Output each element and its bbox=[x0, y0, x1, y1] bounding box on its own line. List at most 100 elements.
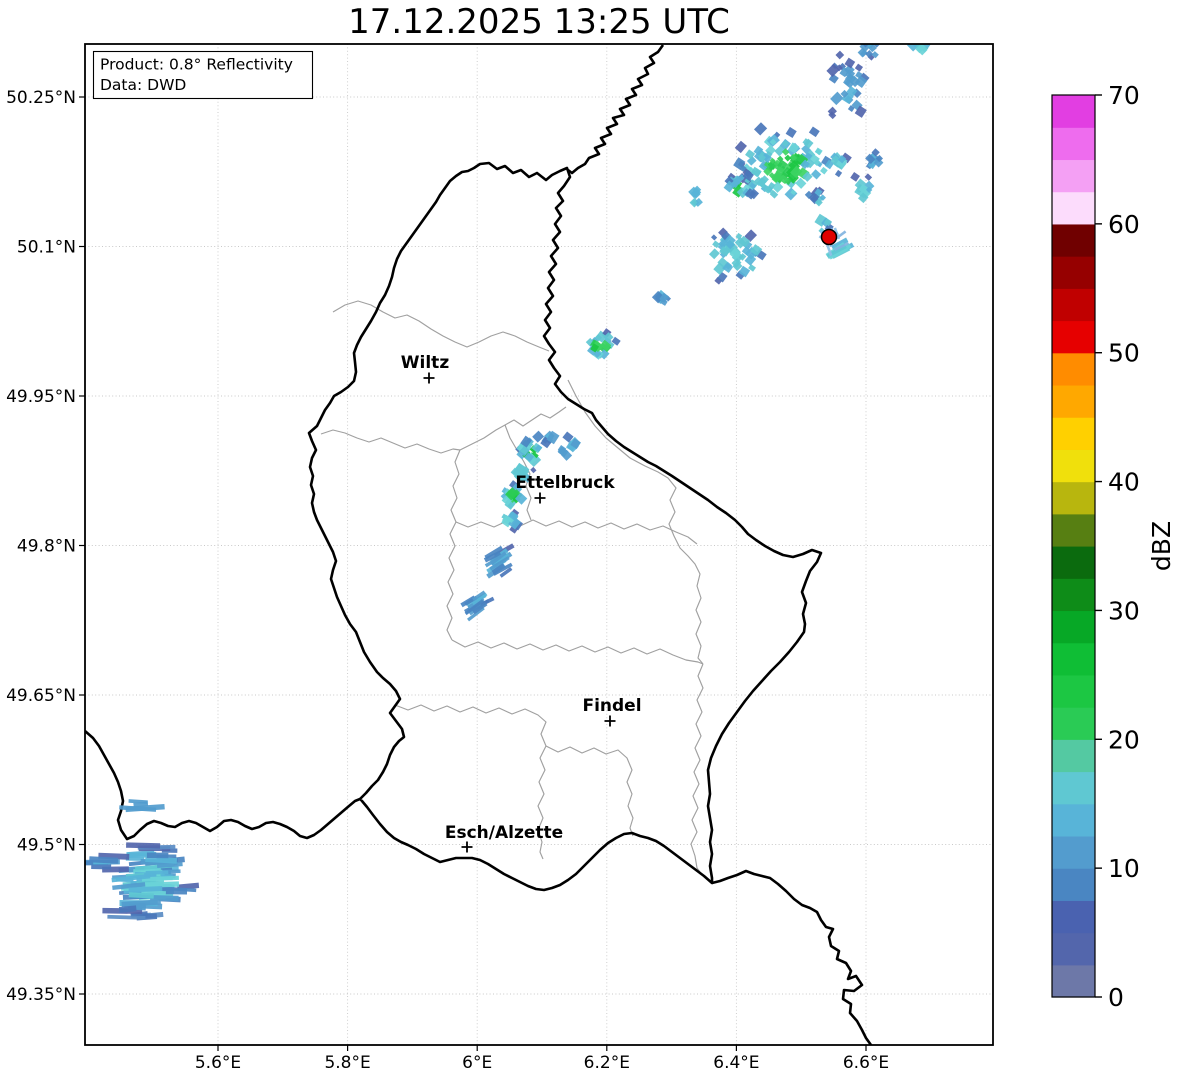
echo-cell bbox=[785, 126, 797, 139]
echo-cell bbox=[734, 140, 747, 154]
radar-map-svg: Wiltz Ettelbruck Findel Esch/Alzette Produc… bbox=[6, 36, 1176, 1073]
echo-cluster bbox=[651, 289, 672, 306]
colorbar-segment bbox=[1052, 95, 1095, 128]
colorbar-segment bbox=[1052, 384, 1095, 418]
belgium-germany-border bbox=[567, 44, 665, 175]
colorbar-segment bbox=[1052, 707, 1095, 740]
canton-border-line bbox=[451, 639, 704, 665]
colorbar-segment bbox=[1052, 771, 1095, 805]
echo-cell bbox=[711, 234, 718, 241]
echo-cluster bbox=[708, 227, 767, 285]
echo-cell bbox=[835, 50, 845, 60]
product-box: Product: 0.8° Reflectivity Data: DWD bbox=[92, 50, 314, 100]
echo-cell bbox=[753, 122, 768, 136]
echo-cell bbox=[146, 852, 169, 859]
y-axis-tick-label: 50.25°N bbox=[6, 88, 76, 108]
product-line: Product: 0.8° Reflectivity bbox=[100, 56, 293, 74]
echo-cluster bbox=[808, 186, 827, 207]
colorbar: 0 10 20 30 40 50 60 70 bbox=[1051, 81, 1140, 1012]
colorbar-segment bbox=[1052, 159, 1095, 193]
echo-cluster bbox=[850, 172, 875, 204]
colorbar-segment bbox=[1052, 610, 1095, 644]
colorbar-tick-label: 20 bbox=[1108, 725, 1140, 754]
colorbar-tick-label: 70 bbox=[1108, 81, 1140, 110]
colorbar-segment bbox=[1052, 900, 1095, 934]
colorbar-segment bbox=[1052, 674, 1095, 708]
echo-cell bbox=[834, 169, 843, 178]
canton-border-line bbox=[446, 449, 461, 641]
colorbar-segment bbox=[1052, 739, 1095, 773]
colorbar-segment bbox=[1052, 417, 1095, 450]
city-labels-layer: Wiltz Ettelbruck Findel Esch/Alzette bbox=[401, 353, 642, 853]
colorbar-segment bbox=[1052, 932, 1095, 966]
data-source-line: Data: DWD bbox=[100, 76, 186, 94]
colorbar-segment bbox=[1052, 481, 1095, 515]
colorbar-segment bbox=[1052, 803, 1095, 837]
canton-border-line bbox=[567, 379, 704, 665]
belgium-france-border bbox=[85, 730, 361, 841]
colorbar-segment bbox=[1052, 256, 1095, 289]
colorbar-segment bbox=[1052, 288, 1095, 322]
echo-cell bbox=[810, 169, 822, 180]
colorbar-tick-label: 60 bbox=[1108, 210, 1140, 239]
echo-cluster bbox=[483, 543, 515, 579]
x-axis-tick-label: 5.8°E bbox=[324, 1053, 370, 1073]
x-axis-tick-label: 6.6°E bbox=[843, 1053, 889, 1073]
colorbar-segment bbox=[1052, 835, 1095, 869]
y-axis-tick-label: 49.8°N bbox=[17, 537, 76, 557]
y-axis-tick-label: 49.95°N bbox=[6, 387, 76, 407]
city-label: Wiltz bbox=[401, 353, 450, 373]
colorbar-tick-label: 0 bbox=[1108, 983, 1124, 1012]
echo-cell bbox=[844, 57, 856, 69]
colorbar-segment bbox=[1052, 223, 1095, 257]
colorbar-segment bbox=[1052, 320, 1095, 354]
colorbar-segment bbox=[1052, 352, 1095, 386]
canton-borders-layer bbox=[320, 300, 704, 877]
echo-cluster bbox=[585, 328, 621, 360]
echo-cell bbox=[708, 248, 720, 260]
radar-site-layer bbox=[820, 228, 838, 246]
echo-cell bbox=[850, 172, 860, 182]
echo-cell bbox=[784, 187, 798, 201]
x-axis-tick-label: 6.4°E bbox=[713, 1053, 759, 1073]
radar-figure: 17.12.2025 13:25 UTC Wiltz Ettelbruck Find… bbox=[0, 0, 1184, 1081]
colorbar-segment bbox=[1052, 513, 1095, 547]
colorbar-segment bbox=[1052, 191, 1095, 225]
city-label: Findel bbox=[582, 696, 641, 716]
city-label: Esch/Alzette bbox=[445, 823, 563, 843]
colorbar-tick-label: 10 bbox=[1108, 854, 1140, 883]
axes-layer: 5.6°E 5.8°E 6°E 6.2°E 6.4°E 6.6°E 50.25°N 50.1°… bbox=[6, 88, 889, 1073]
city-marker bbox=[461, 841, 473, 853]
echo-cell bbox=[128, 799, 148, 804]
echo-cell bbox=[862, 44, 874, 45]
echo-cluster bbox=[98, 842, 200, 921]
echo-cell bbox=[820, 166, 828, 175]
colorbar-tick-label: 40 bbox=[1108, 468, 1140, 497]
x-axis-tick-label: 6.2°E bbox=[584, 1053, 630, 1073]
city-marker bbox=[604, 715, 616, 727]
y-axis-tick-label: 49.65°N bbox=[6, 686, 76, 706]
echo-cell bbox=[808, 126, 820, 138]
echo-cluster bbox=[857, 44, 882, 61]
colorbar-segment bbox=[1052, 578, 1095, 612]
echo-cell bbox=[854, 63, 864, 72]
gridlines-layer bbox=[85, 44, 993, 1045]
echo-cluster bbox=[824, 152, 852, 170]
echo-cluster bbox=[501, 508, 524, 534]
echo-cluster bbox=[460, 590, 495, 622]
x-axis-tick-label: 6°E bbox=[462, 1053, 492, 1073]
y-axis-tick-label: 50.1°N bbox=[17, 238, 76, 258]
colorbar-unit-label: dBZ bbox=[1147, 521, 1176, 571]
colorbar-segment bbox=[1052, 642, 1095, 676]
colorbar-tick-label: 30 bbox=[1108, 596, 1140, 625]
france-germany-border bbox=[711, 869, 873, 1045]
canton-border-line bbox=[455, 519, 698, 545]
canton-border-line bbox=[332, 300, 550, 352]
echo-cell bbox=[864, 173, 873, 181]
echo-cell bbox=[126, 842, 161, 849]
city-marker bbox=[534, 492, 546, 504]
echo-cell bbox=[814, 147, 823, 156]
echo-cell bbox=[912, 36, 919, 43]
echo-cluster bbox=[688, 185, 703, 208]
map-frame bbox=[84, 43, 994, 1046]
